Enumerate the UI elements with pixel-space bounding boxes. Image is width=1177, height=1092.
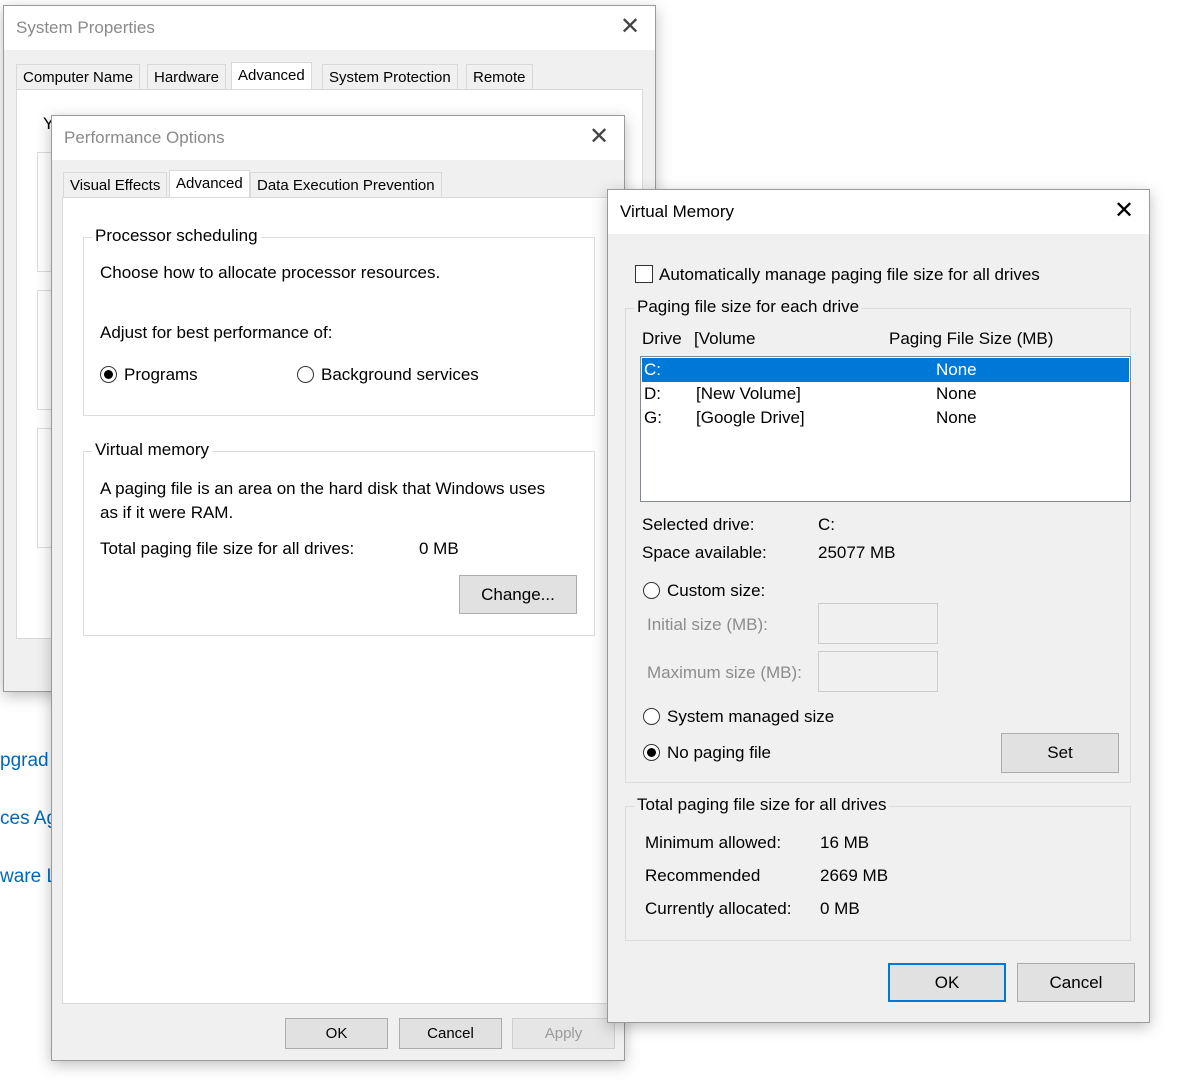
virtual-memory-title: Virtual Memory: [620, 202, 734, 221]
drive-size: None: [936, 384, 977, 403]
system-properties-title: System Properties: [16, 18, 155, 37]
close-icon[interactable]: ✕: [1113, 199, 1135, 223]
currently-allocated-label: Currently allocated:: [645, 899, 792, 918]
maximum-size-input[interactable]: [818, 651, 938, 692]
recommended-label: Recommended: [645, 866, 761, 885]
system-managed-label[interactable]: System managed size: [667, 707, 834, 727]
drive-letter: G:: [644, 408, 662, 427]
processor-scheduling-description: Choose how to allocate processor resourc…: [100, 263, 441, 282]
paging-file-legend: Paging file size for each drive: [634, 297, 863, 317]
virtual-memory-group: Virtual memory A paging file is an area …: [83, 440, 595, 636]
virtual-memory-legend: Virtual memory: [92, 440, 212, 460]
auto-manage-checkbox[interactable]: [635, 265, 653, 283]
virtual-memory-description-2: as if it were RAM.: [100, 503, 234, 522]
drive-volume: [Google Drive]: [696, 408, 805, 427]
paging-file-group: Paging file size for each drive Drive [V…: [625, 297, 1131, 783]
custom-size-label[interactable]: Custom size:: [667, 581, 765, 601]
background-services-radio[interactable]: [297, 366, 314, 383]
drive-letter: D:: [644, 384, 661, 403]
space-available-value: 25077 MB: [818, 543, 896, 562]
adjust-performance-label: Adjust for best performance of:: [100, 323, 333, 342]
drive-row-g[interactable]: G: [Google Drive] None: [642, 406, 1129, 430]
programs-label[interactable]: Programs: [124, 365, 198, 385]
programs-radio[interactable]: [100, 366, 117, 383]
performance-options-window: Performance Options ✕ Visual Effects Adv…: [51, 115, 625, 1061]
drive-size: None: [936, 360, 977, 379]
drive-volume: [New Volume]: [696, 384, 801, 403]
column-size: Paging File Size (MB): [889, 329, 1054, 348]
virtual-memory-description-1: A paging file is an area on the hard dis…: [100, 479, 546, 498]
drive-list[interactable]: C: None D: [New Volume] None G: [Google …: [640, 356, 1131, 502]
tab-hardware[interactable]: Hardware: [147, 64, 227, 90]
virtual-memory-window: Virtual Memory ✕ Automatically manage pa…: [607, 189, 1150, 1023]
total-paging-label: Total paging file size for all drives:: [100, 539, 355, 558]
performance-options-titlebar[interactable]: Performance Options ✕: [52, 116, 624, 160]
cancel-button[interactable]: Cancel: [399, 1018, 502, 1049]
processor-scheduling-group: Processor scheduling Choose how to alloc…: [83, 226, 595, 416]
initial-size-label: Initial size (MB):: [647, 615, 768, 634]
performance-options-panel: Processor scheduling Choose how to alloc…: [62, 197, 615, 1004]
virtual-memory-titlebar[interactable]: Virtual Memory ✕: [608, 190, 1149, 234]
selected-drive-value: C:: [818, 515, 835, 534]
tab-data-execution-prevention[interactable]: Data Execution Prevention: [250, 172, 442, 198]
system-properties-titlebar[interactable]: System Properties ✕: [4, 6, 655, 50]
set-button[interactable]: Set: [1001, 733, 1119, 773]
selected-drive-label: Selected drive:: [642, 515, 755, 534]
change-button[interactable]: Change...: [459, 575, 577, 614]
maximum-size-label: Maximum size (MB):: [647, 663, 802, 682]
cancel-button[interactable]: Cancel: [1017, 963, 1135, 1002]
ok-button[interactable]: OK: [888, 963, 1006, 1002]
no-paging-file-label[interactable]: No paging file: [667, 743, 771, 763]
column-volume: [Volume: [694, 329, 756, 348]
performance-options-title: Performance Options: [64, 128, 225, 147]
column-drive: Drive: [642, 329, 682, 348]
close-icon[interactable]: ✕: [619, 15, 641, 39]
drive-row-d[interactable]: D: [New Volume] None: [642, 382, 1129, 406]
drive-row-c[interactable]: C: None: [642, 358, 1129, 382]
minimum-allowed-label: Minimum allowed:: [645, 833, 782, 852]
tab-system-protection[interactable]: System Protection: [322, 64, 458, 90]
custom-size-radio[interactable]: [643, 582, 660, 599]
tab-remote[interactable]: Remote: [466, 64, 533, 90]
apply-button[interactable]: Apply: [512, 1018, 615, 1049]
auto-manage-label[interactable]: Automatically manage paging file size fo…: [659, 265, 1040, 285]
system-managed-radio[interactable]: [643, 708, 660, 725]
background-services-label[interactable]: Background services: [321, 365, 479, 385]
close-icon[interactable]: ✕: [588, 125, 610, 149]
total-paging-value: 0 MB: [419, 539, 459, 558]
initial-size-input[interactable]: [818, 603, 938, 644]
currently-allocated-value: 0 MB: [820, 899, 860, 918]
no-paging-file-radio[interactable]: [643, 744, 660, 761]
recommended-value: 2669 MB: [820, 866, 889, 885]
tab-advanced[interactable]: Advanced: [169, 170, 250, 198]
processor-scheduling-legend: Processor scheduling: [92, 226, 261, 246]
background-link-2[interactable]: ces Ag: [0, 808, 57, 830]
background-link-1[interactable]: pgrad: [0, 750, 49, 772]
ok-button[interactable]: OK: [285, 1018, 388, 1049]
tab-computer-name[interactable]: Computer Name: [16, 64, 141, 90]
tab-visual-effects[interactable]: Visual Effects: [63, 172, 168, 198]
minimum-allowed-value: 16 MB: [820, 833, 870, 852]
drive-size: None: [936, 408, 977, 427]
drive-letter: C:: [644, 360, 661, 379]
total-paging-group: Total paging file size for all drives Mi…: [625, 795, 1131, 941]
tab-advanced[interactable]: Advanced: [231, 62, 312, 90]
total-paging-legend: Total paging file size for all drives: [634, 795, 890, 815]
space-available-label: Space available:: [642, 543, 767, 562]
